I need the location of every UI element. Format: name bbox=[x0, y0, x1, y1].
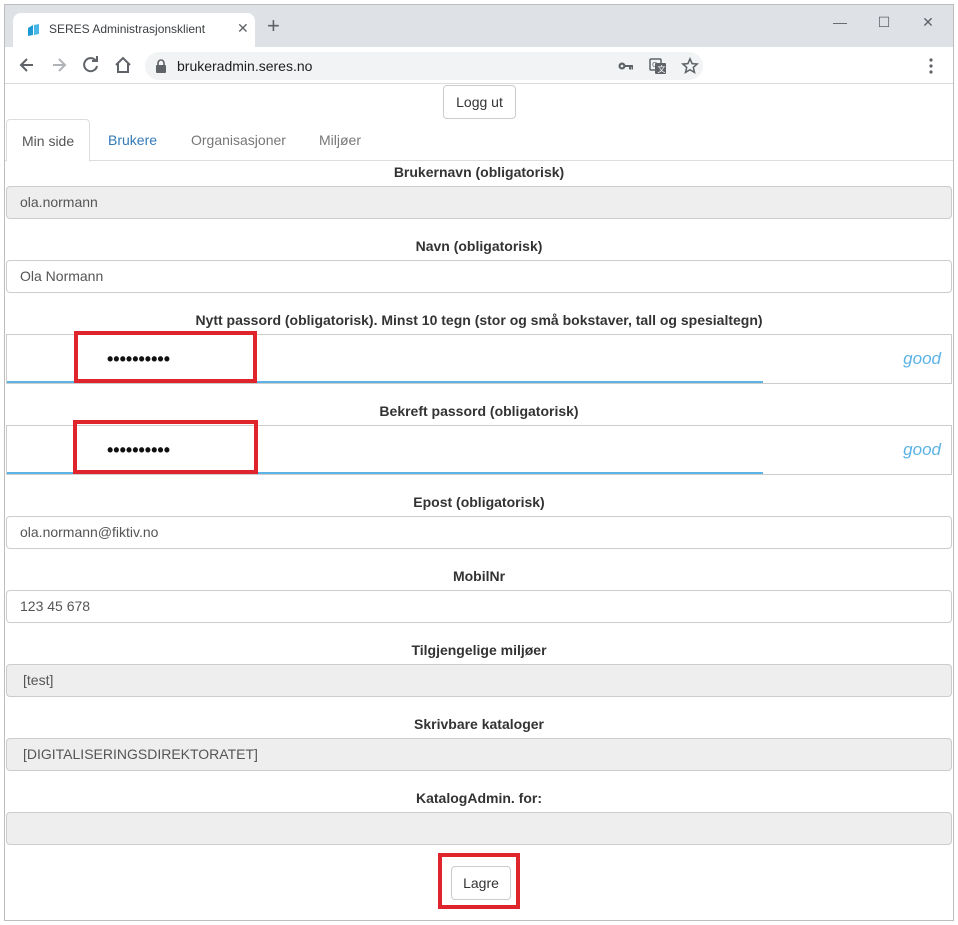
confirm-password-label: Bekreft passord (obligatorisk) bbox=[379, 403, 579, 419]
email-label: Epost (obligatorisk) bbox=[413, 494, 545, 510]
catalogs-field: [DIGITALISERINGSDIREKTORATET] bbox=[6, 738, 952, 771]
mobile-field[interactable]: 123 45 678 bbox=[6, 590, 952, 623]
reload-icon[interactable] bbox=[81, 55, 101, 75]
catalog-admin-field bbox=[6, 812, 952, 845]
logout-button[interactable]: Logg ut bbox=[443, 85, 516, 119]
tab-organisasjoner[interactable]: Organisasjoner bbox=[176, 119, 301, 161]
translate-icon[interactable]: 文 G bbox=[649, 57, 667, 75]
confirm-password-strength: good bbox=[903, 440, 941, 459]
tab-min-side[interactable]: Min side bbox=[6, 119, 90, 162]
back-icon[interactable] bbox=[17, 55, 37, 75]
lock-icon bbox=[156, 59, 166, 73]
tab-title: SERES Administrasjonsklient bbox=[49, 22, 206, 36]
nav-tabs: Min side Brukere Organisasjoner Miljøer bbox=[5, 119, 953, 162]
username-label: Brukernavn (obligatorisk) bbox=[393, 164, 565, 180]
catalogs-label: Skrivbare kataloger bbox=[414, 716, 544, 732]
svg-text:G: G bbox=[652, 61, 657, 69]
seres-favicon-icon bbox=[28, 24, 39, 36]
name-field[interactable]: Ola Normann bbox=[6, 260, 952, 293]
maximize-icon[interactable]: ☐ bbox=[861, 9, 907, 35]
menu-icon[interactable] bbox=[923, 57, 939, 75]
environments-field: [test] bbox=[6, 664, 952, 697]
window-close-icon[interactable]: ✕ bbox=[905, 9, 951, 35]
tab-close-icon[interactable]: ✕ bbox=[237, 20, 249, 37]
highlight-new-password bbox=[74, 331, 257, 383]
key-icon[interactable] bbox=[617, 57, 635, 75]
username-field: ola.normann bbox=[6, 186, 952, 219]
browser-tab[interactable]: SERES Administrasjonsklient ✕ bbox=[13, 13, 255, 47]
forward-icon[interactable] bbox=[49, 55, 69, 75]
name-label: Navn (obligatorisk) bbox=[415, 238, 543, 254]
new-password-label: Nytt passord (obligatorisk). Minst 10 te… bbox=[195, 312, 763, 328]
mobile-label: MobilNr bbox=[452, 568, 506, 584]
browser-window: SERES Administrasjonsklient ✕ + — ☐ ✕ br… bbox=[4, 4, 954, 921]
svg-text:文: 文 bbox=[658, 64, 666, 74]
title-bar: SERES Administrasjonsklient ✕ + — ☐ ✕ bbox=[5, 5, 953, 47]
page-content: Logg ut Min side Brukere Organisasjoner … bbox=[5, 85, 953, 920]
new-tab-icon[interactable]: + bbox=[267, 15, 280, 37]
minimize-icon[interactable]: — bbox=[817, 9, 863, 35]
browser-toolbar: brukeradmin.seres.no 文 G bbox=[5, 47, 953, 84]
save-button[interactable]: Lagre bbox=[451, 866, 511, 900]
email-field[interactable]: ola.normann@fiktiv.no bbox=[6, 516, 952, 549]
address-bar[interactable]: brukeradmin.seres.no 文 G bbox=[145, 52, 703, 80]
highlight-save: Lagre bbox=[438, 853, 520, 909]
tab-brukere[interactable]: Brukere bbox=[93, 119, 172, 161]
catalog-admin-label: KatalogAdmin. for: bbox=[416, 790, 542, 806]
highlight-confirm-password bbox=[73, 420, 258, 474]
url-text: brukeradmin.seres.no bbox=[177, 58, 313, 74]
tab-miljoer[interactable]: Miljøer bbox=[304, 119, 376, 161]
environments-label: Tilgjengelige miljøer bbox=[411, 642, 547, 658]
home-icon[interactable] bbox=[113, 55, 133, 75]
star-icon[interactable] bbox=[681, 57, 699, 75]
new-password-strength: good bbox=[903, 349, 941, 368]
